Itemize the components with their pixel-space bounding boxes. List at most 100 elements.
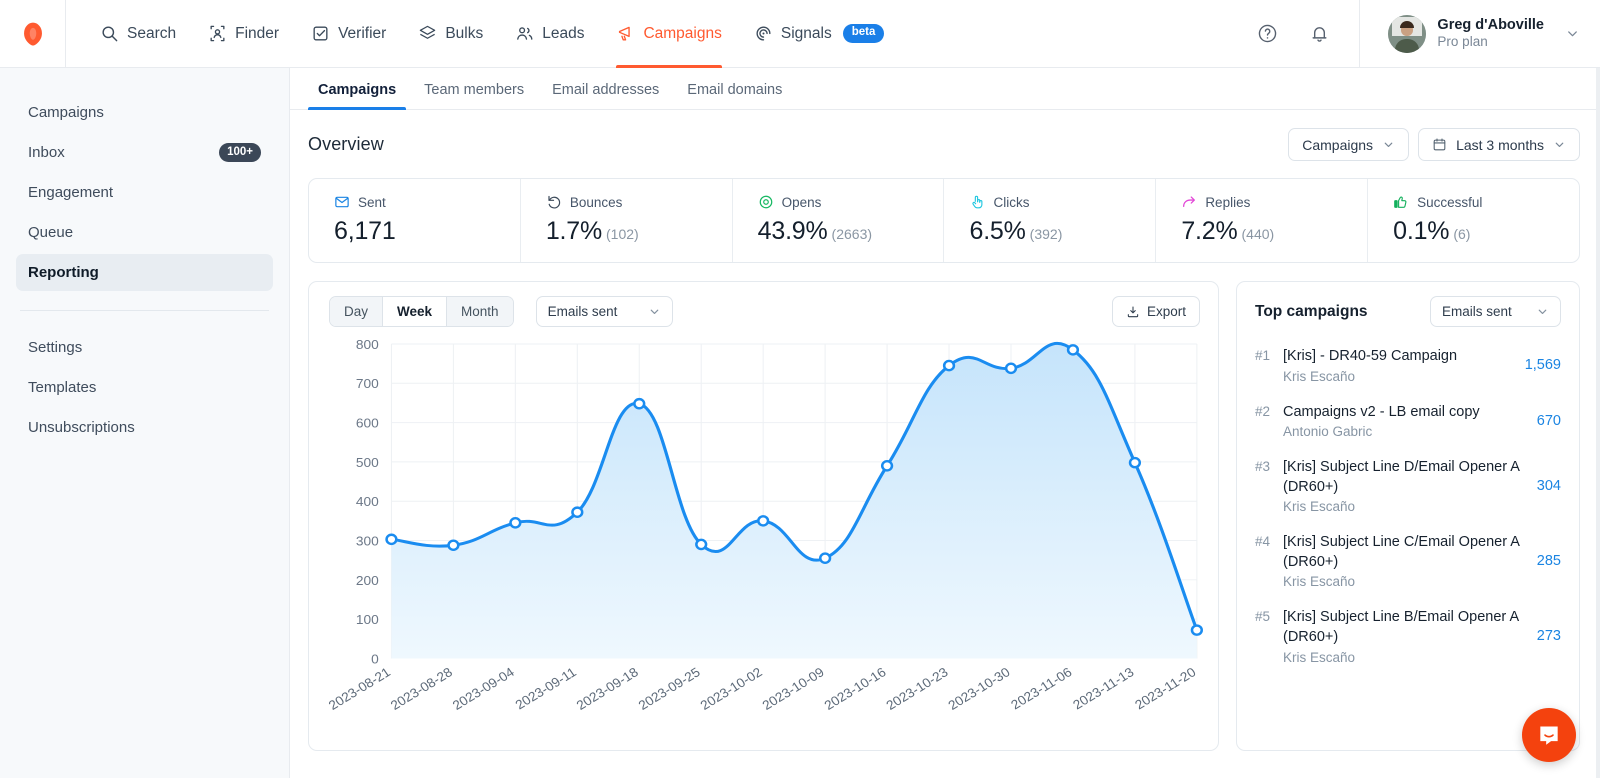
svg-text:2023-10-30: 2023-10-30 — [945, 665, 1012, 713]
stat-value: 43.9% — [757, 217, 828, 245]
sidebar-item-templates[interactable]: Templates — [16, 369, 273, 406]
top-campaign-row[interactable]: #5 [Kris] Subject Line B/Email Opener A … — [1255, 599, 1561, 674]
nav-item-label: Search — [127, 24, 177, 42]
stat-card-replies: Replies 7.2% (440) — [1156, 179, 1369, 262]
top-campaigns-metric-dropdown[interactable]: Emails sent — [1430, 296, 1561, 327]
sidebar-item-campaigns[interactable]: Campaigns — [16, 94, 273, 131]
sidebar-item-settings[interactable]: Settings — [16, 329, 273, 366]
campaign-value: 273 — [1536, 628, 1561, 645]
user-menu[interactable]: Greg d'Aboville Pro plan — [1359, 0, 1600, 68]
sidebar-item-queue[interactable]: Queue — [16, 214, 273, 251]
sidebar: Campaigns Inbox 100+ Engagement Queue Re… — [0, 68, 290, 778]
inbox-count-badge: 100+ — [219, 142, 261, 163]
nav-item-label: Verifier — [338, 24, 387, 42]
thumbsup-icon — [1394, 196, 1407, 208]
campaign-name: [Kris] Subject Line B/Email Opener A (DR… — [1283, 609, 1519, 645]
nav-item-finder[interactable]: Finder — [194, 0, 293, 68]
stat-sub: (102) — [606, 226, 639, 242]
bell-icon[interactable] — [1299, 14, 1339, 54]
stat-sub: (6) — [1453, 226, 1471, 242]
top-campaign-row[interactable]: #4 [Kris] Subject Line C/Email Opener A … — [1255, 524, 1561, 599]
stat-card-successful: Successful 0.1% (6) — [1368, 179, 1579, 262]
stat-card-sent: Sent 6,171 — [309, 179, 521, 262]
nav-item-search[interactable]: Search — [86, 0, 190, 68]
eye-icon — [759, 195, 772, 209]
sidebar-divider — [20, 310, 269, 311]
granularity-day-button[interactable]: Day — [330, 297, 384, 326]
stat-header: Sent — [334, 194, 520, 210]
stat-value: 7.2% — [1181, 217, 1238, 245]
pointer-icon — [972, 195, 983, 209]
signals-beta-badge: beta — [842, 24, 885, 43]
stat-value-row: 6.5% (392) — [969, 217, 1155, 246]
granularity-month-button[interactable]: Month — [447, 297, 513, 326]
sidebar-item-label: Reporting — [28, 264, 99, 281]
campaign-owner: Kris Escaño — [1283, 649, 1356, 665]
stat-header: Clicks — [969, 194, 1155, 210]
top-campaign-row[interactable]: #1 [Kris] - DR40-59 Campaign Kris Escaño… — [1255, 338, 1561, 394]
nav-item-verifier[interactable]: Verifier — [297, 0, 400, 68]
nav-item-bulks[interactable]: Bulks — [404, 0, 497, 68]
top-campaigns-title: Top campaigns — [1255, 302, 1368, 320]
sidebar-item-reporting[interactable]: Reporting — [16, 254, 273, 291]
nav-item-signals[interactable]: Signals beta — [740, 0, 899, 68]
content-area: Overview Campaigns Last 3 months Sent 6,… — [290, 110, 1600, 778]
sidebar-item-label: Engagement — [28, 184, 114, 201]
stat-header: Opens — [758, 194, 944, 210]
campaign-rank: #3 — [1255, 459, 1271, 475]
chart-metric-dropdown[interactable]: Emails sent — [535, 296, 673, 327]
top-campaigns-metric-label: Emails sent — [1442, 304, 1512, 319]
chevron-down-icon — [650, 309, 658, 314]
stat-value-row: 7.2% (440) — [1181, 217, 1367, 246]
top-navigation-bar: Search Finder Verifier Bulks Leads Campa… — [0, 0, 1600, 68]
sidebar-item-label: Templates — [28, 379, 97, 396]
date-range-dropdown[interactable]: Last 3 months — [1418, 128, 1580, 161]
campaign-name: [Kris] Subject Line D/Email Opener A (DR… — [1283, 459, 1520, 495]
granularity-week-button[interactable]: Week — [383, 297, 448, 326]
nav-item-label: Campaigns — [643, 24, 722, 42]
sidebar-item-unsubscriptions[interactable]: Unsubscriptions — [16, 409, 273, 446]
tab-label: Email addresses — [552, 82, 660, 98]
campaigns-filter-dropdown[interactable]: Campaigns — [1288, 128, 1410, 161]
finder-icon — [208, 24, 227, 43]
campaign-info: [Kris] Subject Line D/Email Opener A (DR… — [1283, 458, 1537, 514]
page-scrollbar[interactable] — [1596, 68, 1600, 778]
campaign-owner: Kris Escaño — [1283, 368, 1356, 384]
svg-text:100: 100 — [356, 612, 379, 627]
stat-header: Successful — [1393, 194, 1579, 210]
export-button[interactable]: Export — [1111, 296, 1200, 327]
help-circle-icon[interactable] — [1247, 14, 1287, 54]
search-icon — [100, 24, 119, 43]
nav-item-leads[interactable]: Leads — [501, 0, 598, 68]
chat-widget-button[interactable] — [1522, 708, 1576, 762]
campaign-owner: Kris Escaño — [1283, 574, 1356, 590]
nav-item-label: Leads — [542, 24, 585, 42]
sidebar-item-inbox[interactable]: Inbox 100+ — [16, 134, 273, 171]
top-campaign-row[interactable]: #2 Campaigns v2 - LB email copy Antonio … — [1255, 394, 1561, 450]
tab-label: Team members — [424, 82, 525, 98]
stat-card-opens: Opens 43.9% (2663) — [733, 179, 945, 262]
emails-sent-area-chart[interactable]: 0 100 200 300 400 500 600 700 800 2023-08-21 2023-… — [309, 332, 1218, 750]
nav-item-campaigns[interactable]: Campaigns — [602, 0, 735, 68]
svg-text:200: 200 — [356, 573, 379, 588]
campaign-rank: #2 — [1255, 403, 1271, 419]
chevron-down-icon — [1538, 309, 1547, 314]
granularity-label: Day — [344, 304, 369, 319]
tab-campaigns[interactable]: Campaigns — [308, 82, 407, 110]
top-nav-items: Search Finder Verifier Bulks Leads Campa… — [66, 0, 898, 68]
tab-team-members[interactable]: Team members — [414, 82, 534, 109]
page-title: Overview — [308, 134, 384, 154]
svg-text:2023-11-20: 2023-11-20 — [1132, 665, 1198, 713]
stat-header: Bounces — [546, 194, 732, 210]
svg-text:2023-08-28: 2023-08-28 — [388, 665, 455, 713]
avatar — [1388, 14, 1427, 53]
campaign-rank: #5 — [1255, 609, 1271, 625]
sidebar-item-engagement[interactable]: Engagement — [16, 174, 273, 211]
top-campaign-row[interactable]: #3 [Kris] Subject Line D/Email Opener A … — [1255, 449, 1561, 524]
svg-text:400: 400 — [356, 495, 379, 510]
svg-text:800: 800 — [356, 337, 379, 352]
app-logo[interactable] — [0, 0, 66, 68]
tab-email-domains[interactable]: Email domains — [677, 82, 792, 109]
tab-email-addresses[interactable]: Email addresses — [542, 82, 669, 109]
top-campaigns-card: Top campaigns Emails sent #1 [Kris] - DR… — [1236, 281, 1580, 751]
